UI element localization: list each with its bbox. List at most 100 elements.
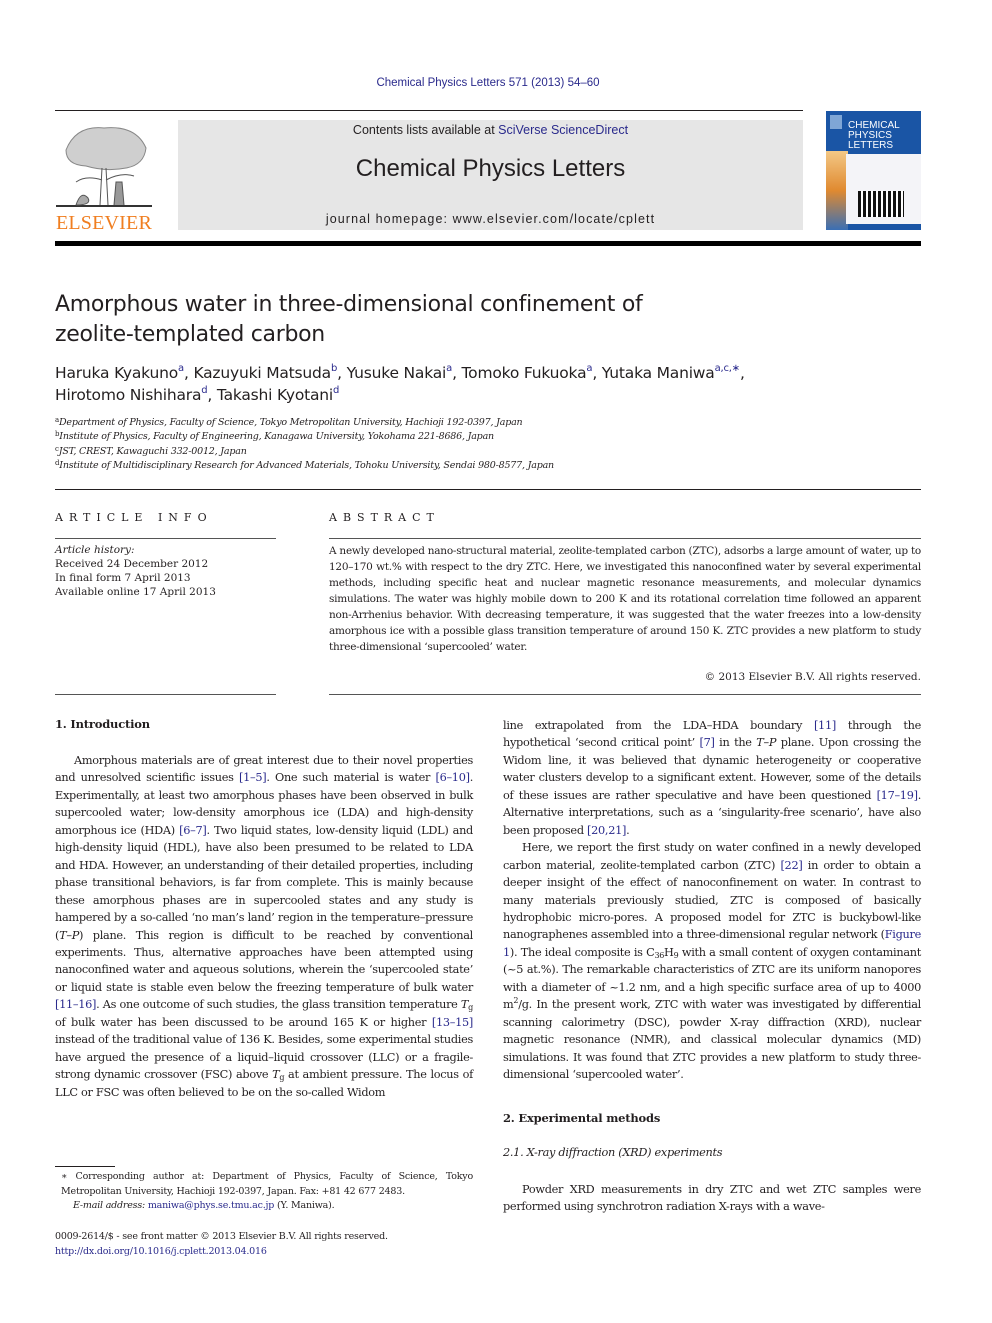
author-name: Kazuyuki Matsuda <box>193 364 331 382</box>
journal-reference[interactable]: Chemical Physics Letters 571 (2013) 54–6… <box>0 77 976 89</box>
contents-line: Contents lists available at SciVerse Sci… <box>178 123 803 137</box>
header-rule <box>55 110 803 111</box>
doi-link[interactable]: http://dx.doi.org/10.1016/j.cplett.2013.… <box>55 1245 473 1260</box>
author-name: Takashi Kyotani <box>216 386 334 404</box>
reference-link[interactable]: [6–10] <box>435 771 470 784</box>
xrd-subheading: 2.1. X-ray diffraction (XRD) experiments <box>503 1146 723 1159</box>
affiliation-link[interactable]: d <box>333 385 339 396</box>
cover-decoration <box>826 151 848 230</box>
title-line: Amorphous water in three-dimensional con… <box>55 292 643 317</box>
author-name: Tomoko Fukuoka <box>461 364 587 382</box>
abstract-text: A newly developed nano-structural materi… <box>329 545 921 653</box>
affiliation-text: JST, CREST, Kawaguchi 332-0012, Japan <box>58 445 247 457</box>
body-column-right: line extrapolated from the LDA–HDA bound… <box>503 717 921 1084</box>
reference-link[interactable]: [6–7] <box>179 824 207 837</box>
footnote-rule <box>55 1166 115 1167</box>
paragraph: line extrapolated from the LDA–HDA bound… <box>503 719 921 837</box>
reference-link[interactable]: [1–5] <box>239 771 267 784</box>
author-separator: , <box>739 364 745 382</box>
affiliations: aDepartment of Physics, Faculty of Scien… <box>55 416 855 473</box>
article-info-heading: ARTICLE INFO <box>55 511 213 524</box>
author-name: Yusuke Nakai <box>346 364 447 382</box>
article-title: Amorphous water in three-dimensional con… <box>55 290 815 350</box>
reference-link[interactable]: [20,21] <box>587 824 626 837</box>
journal-cover-thumbnail[interactable]: CHEMICAL PHYSICS LETTERS <box>826 111 921 230</box>
author-line: Hirotomo Nishiharad, Takashi Kyotanid <box>55 384 935 406</box>
final-form-date: In final form 7 April 2013 <box>55 572 191 584</box>
author-name: Hirotomo Nishihara <box>55 386 202 404</box>
footnotes: ∗ Corresponding author at: Department of… <box>55 1170 473 1214</box>
cover-publisher-icon <box>830 115 842 129</box>
email-line: E-mail address: maniwa@phys.se.tmu.ac.jp… <box>55 1199 473 1214</box>
reference-link[interactable]: [11–16] <box>55 998 96 1011</box>
reference-link[interactable]: [22] <box>780 859 802 872</box>
affiliation: aDepartment of Physics, Faculty of Scien… <box>55 416 855 430</box>
issn-line: 0009-2614/$ - see front matter © 2013 El… <box>55 1231 388 1242</box>
sciencedirect-link[interactable]: SciVerse ScienceDirect <box>498 123 628 137</box>
body-column-left: Amorphous materials are of great interes… <box>55 752 473 1101</box>
reference-link[interactable]: Figure 1 <box>503 928 921 958</box>
author-separator: , <box>452 364 462 382</box>
author-line: Haruka Kyakunoa, Kazuyuki Matsudab, Yusu… <box>55 362 935 384</box>
author-separator: , <box>337 364 347 382</box>
journal-homepage[interactable]: journal homepage: www.elsevier.com/locat… <box>178 212 803 226</box>
elsevier-logo: ELSEVIER <box>54 120 154 234</box>
received-date: Received 24 December 2012 <box>55 558 209 570</box>
affiliation: cJST, CREST, Kawaguchi 332-0012, Japan <box>55 445 855 459</box>
title-line: zeolite-templated carbon <box>55 322 325 347</box>
affiliation-text: Department of Physics, Faculty of Scienc… <box>58 417 523 428</box>
reference-link[interactable]: [7] <box>699 736 714 749</box>
elsevier-tree-icon <box>56 120 152 210</box>
article-info-rule <box>55 694 276 695</box>
abstract-copyright: © 2013 Elsevier B.V. All rights reserved… <box>704 671 921 683</box>
front-matter: 0009-2614/$ - see front matter © 2013 El… <box>55 1230 473 1259</box>
corresponding-author-note: ∗ Corresponding author at: Department of… <box>61 1171 473 1197</box>
author-separator: , <box>207 386 217 404</box>
abstract-rule <box>329 694 921 695</box>
subscript: g <box>468 1003 473 1013</box>
author-name: Yutaka Maniwa <box>601 364 715 382</box>
email-suffix: (Y. Maniwa). <box>274 1200 335 1211</box>
affiliation-text: Institute of Multidisciplinary Research … <box>59 459 554 471</box>
subscript: 9 <box>673 950 679 960</box>
email-link[interactable]: maniwa@phys.se.tmu.ac.jp <box>148 1200 275 1211</box>
affiliation: bInstitute of Physics, Faculty of Engine… <box>55 430 855 444</box>
online-date: Available online 17 April 2013 <box>55 586 216 598</box>
contents-prefix: Contents lists available at <box>352 123 499 137</box>
abstract-heading: ABSTRACT <box>329 511 440 524</box>
author-name: Haruka Kyakuno <box>55 364 179 382</box>
affiliation-text: Institute of Physics, Faculty of Enginee… <box>59 431 494 443</box>
italic-symbol: Tg <box>460 998 473 1013</box>
superscript: 2 <box>513 996 519 1006</box>
section-rule <box>55 489 921 490</box>
introduction-heading: 1. Introduction <box>55 717 150 731</box>
paragraph: Here, we report the first study on water… <box>503 841 921 1082</box>
subscript: g <box>279 1073 285 1083</box>
cover-title-line: LETTERS <box>848 140 894 151</box>
body-column-right-continued: Powder XRD measurements in dry ZTC and w… <box>503 1181 921 1216</box>
email-label: E-mail address: <box>73 1200 148 1211</box>
author-separator: , <box>592 364 602 382</box>
affiliation-link[interactable]: a,c,∗ <box>715 363 741 374</box>
cover-figure <box>858 191 904 217</box>
experimental-methods-heading: 2. Experimental methods <box>503 1111 661 1125</box>
journal-title: Chemical Physics Letters <box>355 155 626 182</box>
subscript: 36 <box>654 950 665 960</box>
italic-symbol: T–P <box>756 736 777 750</box>
author-list: Haruka Kyakunoa, Kazuyuki Matsudab, Yusu… <box>55 362 935 406</box>
header-thick-rule <box>55 241 921 246</box>
italic-symbol: T–P <box>59 928 79 942</box>
article-info-rule <box>55 538 276 539</box>
reference-link[interactable]: [13–15] <box>432 1016 473 1029</box>
reference-link[interactable]: [17–19] <box>877 789 918 802</box>
paragraph: Powder XRD measurements in dry ZTC and w… <box>503 1183 921 1214</box>
cover-title: CHEMICAL PHYSICS LETTERS <box>848 121 900 151</box>
italic-symbol: Tg <box>272 1068 285 1083</box>
journal-masthead: Contents lists available at SciVerse Sci… <box>178 120 803 230</box>
reference-link[interactable]: [11] <box>814 719 836 732</box>
affiliation: dInstitute of Multidisciplinary Research… <box>55 459 855 473</box>
elsevier-wordmark: ELSEVIER <box>55 212 153 234</box>
history-label: Article history: <box>55 544 135 556</box>
article-history: Article history: Received 24 December 20… <box>55 543 275 599</box>
paragraph: Amorphous materials are of great interes… <box>55 754 473 1099</box>
